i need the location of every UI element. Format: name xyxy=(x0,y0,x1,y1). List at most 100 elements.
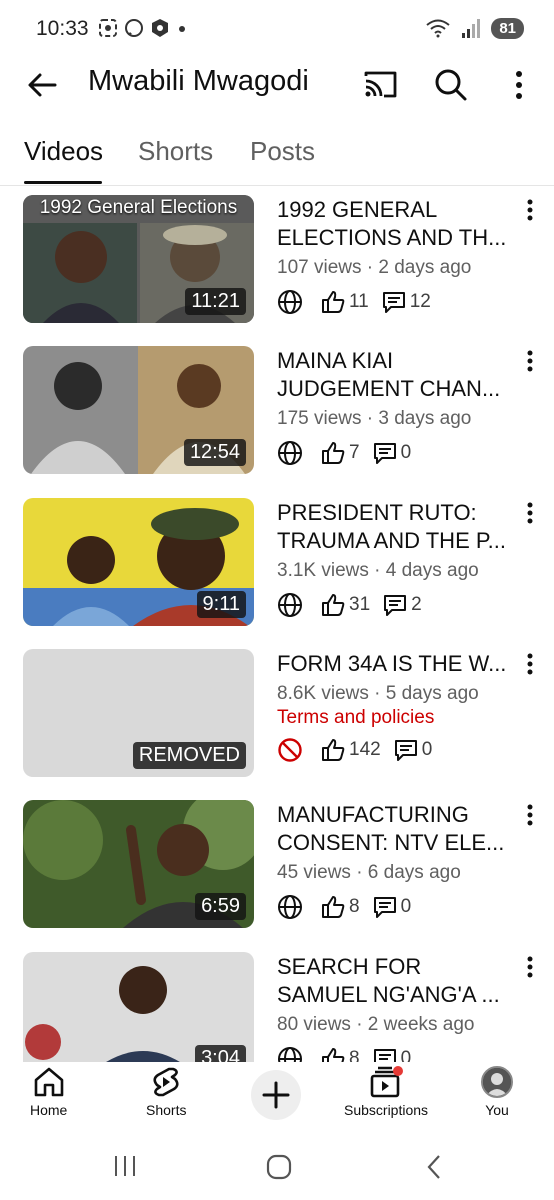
comment-count: 2 xyxy=(411,594,422,615)
shorts-icon xyxy=(153,1067,179,1097)
thumbnail-caption: 1992 General Elections xyxy=(39,197,238,218)
like-count: 31 xyxy=(349,594,371,615)
comment-icon xyxy=(373,443,396,464)
like-count: 142 xyxy=(349,739,381,760)
video-thumbnail[interactable]: 1992 General Elections 11:21 xyxy=(23,195,254,323)
video-meta: 80 views · 2 weeks ago xyxy=(277,1014,475,1035)
home-circle-icon[interactable] xyxy=(266,1154,292,1180)
nav-shorts[interactable]: Shorts xyxy=(146,1066,186,1118)
video-title[interactable]: FORM 34A IS THE W... xyxy=(277,650,513,678)
comment-count: 0 xyxy=(400,1048,412,1062)
more-vert-icon xyxy=(527,956,533,978)
whatsapp-icon xyxy=(125,19,143,37)
video-stats: 31 2 xyxy=(277,590,434,620)
back-arrow-icon xyxy=(28,73,57,97)
tab-posts[interactable]: Posts xyxy=(250,136,315,167)
comment-icon xyxy=(384,595,407,616)
comment-count: 0 xyxy=(400,442,412,463)
video-title[interactable]: SEARCH FOR SAMUEL NG'ANG'A ... xyxy=(277,953,513,1009)
screenshot-icon xyxy=(99,19,117,37)
bottom-navigation: Home Shorts Subscriptions You xyxy=(0,1062,554,1130)
video-more-button[interactable] xyxy=(520,498,540,528)
video-thumbnail[interactable]: REMOVED xyxy=(23,649,254,777)
video-more-button[interactable] xyxy=(520,952,540,982)
video-duration: 12:54 xyxy=(183,439,246,466)
more-vert-icon xyxy=(527,804,533,826)
nav-home[interactable]: Home xyxy=(30,1066,67,1118)
like-icon xyxy=(322,1048,345,1062)
video-meta: 175 views · 3 days ago xyxy=(277,408,472,429)
more-options-button[interactable] xyxy=(504,64,534,104)
like-icon xyxy=(322,594,345,616)
more-vert-icon xyxy=(527,199,533,221)
tab-shorts[interactable]: Shorts xyxy=(138,136,213,167)
removed-badge: REMOVED xyxy=(132,742,246,769)
tab-videos[interactable]: Videos xyxy=(24,136,103,167)
nav-you[interactable]: You xyxy=(481,1066,513,1118)
video-item[interactable]: REMOVED FORM 34A IS THE W... 8.6K views … xyxy=(0,649,554,789)
video-stats: 142 0 xyxy=(277,735,444,765)
like-count: 11 xyxy=(349,291,369,312)
video-thumbnail[interactable]: 3:04 xyxy=(23,952,254,1062)
search-icon xyxy=(435,69,467,101)
comment-count: 0 xyxy=(421,739,433,760)
like-count: 8 xyxy=(349,896,360,917)
video-more-button[interactable] xyxy=(520,800,540,830)
video-more-button[interactable] xyxy=(520,649,540,679)
more-vert-icon xyxy=(516,71,522,99)
recent-apps-icon[interactable] xyxy=(112,1154,138,1178)
video-title[interactable]: PRESIDENT RUTO: TRAUMA AND THE P... xyxy=(277,499,513,555)
channel-title: Mwabili Mwagodi xyxy=(88,65,309,97)
home-icon xyxy=(34,1067,63,1097)
blocked-icon xyxy=(278,738,302,762)
shield-app-icon xyxy=(152,19,168,37)
video-more-button[interactable] xyxy=(520,195,540,225)
video-thumbnail[interactable]: 6:59 xyxy=(23,800,254,928)
comment-count: 12 xyxy=(409,291,431,312)
status-bar: 10:33 81 xyxy=(0,0,554,60)
channel-tabs: Videos Shorts Posts xyxy=(0,130,554,186)
video-duration: 11:21 xyxy=(185,288,246,315)
create-button[interactable] xyxy=(251,1070,301,1120)
comment-icon xyxy=(373,1049,396,1062)
comment-icon xyxy=(373,897,396,918)
video-thumbnail[interactable]: 9:11 xyxy=(23,498,254,626)
video-title[interactable]: MANUFACTURING CONSENT: NTV ELE... xyxy=(277,801,513,857)
globe-icon xyxy=(278,441,302,465)
video-duration: 3:04 xyxy=(195,1045,246,1062)
comment-count: 0 xyxy=(400,896,412,917)
like-count: 8 xyxy=(349,1048,360,1062)
active-tab-indicator xyxy=(24,181,102,184)
status-system-icons: 81 xyxy=(425,17,524,39)
more-vert-icon xyxy=(527,502,533,524)
video-item[interactable]: 1992 General Elections 11:21 1992 GENERA… xyxy=(0,195,554,335)
video-item[interactable]: 9:11 PRESIDENT RUTO: TRAUMA AND THE P...… xyxy=(0,498,554,638)
video-title[interactable]: MAINA KIAI JUDGEMENT CHAN... xyxy=(277,347,513,403)
video-stats: 11 12 xyxy=(277,287,443,317)
like-count: 7 xyxy=(349,442,360,463)
video-more-button[interactable] xyxy=(520,346,540,376)
terms-policy-link[interactable]: Terms and policies xyxy=(277,707,434,729)
avatar xyxy=(481,1066,513,1098)
video-thumbnail[interactable]: 12:54 xyxy=(23,346,254,474)
cast-button[interactable] xyxy=(360,64,400,104)
video-title[interactable]: 1992 GENERAL ELECTIONS AND TH... xyxy=(277,196,513,252)
search-button[interactable] xyxy=(430,64,470,104)
plus-icon xyxy=(262,1081,290,1109)
wifi-icon xyxy=(426,19,450,38)
back-button[interactable] xyxy=(22,64,62,104)
like-icon xyxy=(322,442,345,464)
video-item[interactable]: 12:54 MAINA KIAI JUDGEMENT CHAN... 175 v… xyxy=(0,346,554,486)
globe-icon xyxy=(278,895,302,919)
like-icon xyxy=(322,291,345,313)
nav-subscriptions[interactable]: Subscriptions xyxy=(344,1066,428,1118)
status-time: 10:33 xyxy=(36,17,89,40)
more-vert-icon xyxy=(527,653,533,675)
video-item[interactable]: 3:04 SEARCH FOR SAMUEL NG'ANG'A ... 80 v… xyxy=(0,952,554,1062)
like-icon xyxy=(322,739,345,761)
back-chevron-icon[interactable] xyxy=(424,1154,444,1180)
comment-icon xyxy=(394,740,417,761)
more-vert-icon xyxy=(527,350,533,372)
video-stats: 7 0 xyxy=(277,438,423,468)
video-item[interactable]: 6:59 MANUFACTURING CONSENT: NTV ELE... 4… xyxy=(0,800,554,940)
